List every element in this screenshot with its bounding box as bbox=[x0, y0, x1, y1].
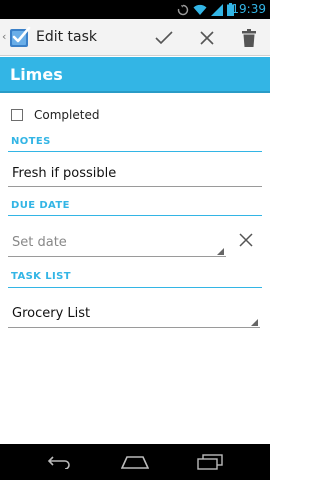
back-icon bbox=[47, 456, 70, 469]
home-button[interactable] bbox=[120, 452, 150, 472]
task-list-spinner[interactable]: Grocery List bbox=[12, 306, 90, 321]
app-icon[interactable] bbox=[8, 25, 32, 49]
navigation-bar bbox=[0, 444, 270, 480]
status-bar: 19:39 bbox=[0, 0, 270, 19]
task-list-header: TASK LIST bbox=[11, 271, 71, 282]
due-date-underline bbox=[8, 256, 226, 257]
sync-icon bbox=[177, 4, 189, 15]
task-list-dropdown-arrow-icon bbox=[251, 319, 258, 326]
status-time: 19:39 bbox=[231, 2, 266, 16]
discard-button[interactable] bbox=[194, 25, 220, 51]
completed-checkbox[interactable] bbox=[11, 108, 23, 121]
save-button[interactable] bbox=[151, 25, 177, 51]
task-list-underline bbox=[8, 327, 260, 328]
notes-underline bbox=[8, 186, 262, 187]
task-list-divider bbox=[8, 287, 262, 288]
clear-date-button[interactable] bbox=[236, 230, 256, 250]
signal-icon bbox=[211, 3, 223, 16]
clear-icon bbox=[239, 233, 253, 247]
back-button[interactable] bbox=[45, 452, 75, 472]
completed-row[interactable]: Completed bbox=[11, 106, 99, 123]
close-icon bbox=[200, 31, 214, 45]
wifi-icon bbox=[193, 4, 207, 15]
due-date-dropdown-arrow-icon bbox=[217, 248, 224, 255]
action-bar: ‹ Edit task bbox=[0, 19, 270, 56]
recent-apps-icon bbox=[197, 454, 223, 470]
notes-field[interactable]: Fresh if possible bbox=[12, 166, 116, 181]
home-icon bbox=[121, 456, 149, 469]
completed-label: Completed bbox=[34, 107, 100, 122]
notes-divider bbox=[8, 151, 262, 152]
delete-button[interactable] bbox=[236, 25, 262, 51]
due-date-header: DUE DATE bbox=[11, 200, 70, 211]
trash-icon bbox=[242, 29, 256, 47]
status-icons bbox=[177, 3, 234, 16]
due-date-spinner[interactable]: Set date bbox=[12, 235, 67, 250]
task-title-band[interactable]: Limes bbox=[0, 57, 270, 93]
due-date-divider bbox=[8, 215, 262, 216]
notes-header: NOTES bbox=[11, 136, 51, 147]
check-icon bbox=[155, 31, 173, 45]
task-title[interactable]: Limes bbox=[10, 64, 63, 85]
action-bar-title: Edit task bbox=[36, 29, 98, 45]
recent-apps-button[interactable] bbox=[195, 452, 225, 472]
